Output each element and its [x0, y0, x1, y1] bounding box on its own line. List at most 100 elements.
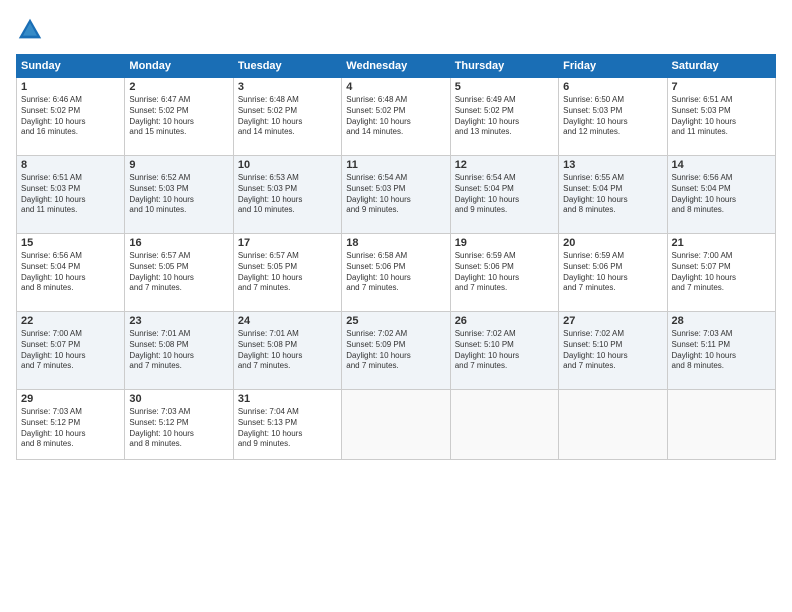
day-cell: 18 Sunrise: 6:58 AM Sunset: 5:06 PM Dayli…: [342, 234, 450, 312]
day-number: 29: [21, 393, 120, 405]
day-cell: 28 Sunrise: 7:03 AM Sunset: 5:11 PM Dayli…: [667, 312, 775, 390]
day-number: 5: [455, 81, 554, 93]
logo-icon: [16, 16, 44, 44]
day-cell: 22 Sunrise: 7:00 AM Sunset: 5:07 PM Dayli…: [17, 312, 125, 390]
day-cell: [559, 390, 667, 460]
day-cell: 20 Sunrise: 6:59 AM Sunset: 5:06 PM Dayli…: [559, 234, 667, 312]
day-cell: 9 Sunrise: 6:52 AM Sunset: 5:03 PM Daylig…: [125, 156, 233, 234]
day-number: 17: [238, 237, 337, 249]
day-cell: 15 Sunrise: 6:56 AM Sunset: 5:04 PM Dayli…: [17, 234, 125, 312]
day-info: Sunrise: 6:52 AM Sunset: 5:03 PM Dayligh…: [129, 173, 228, 216]
day-number: 6: [563, 81, 662, 93]
day-cell: 10 Sunrise: 6:53 AM Sunset: 5:03 PM Dayli…: [233, 156, 341, 234]
day-cell: 25 Sunrise: 7:02 AM Sunset: 5:09 PM Dayli…: [342, 312, 450, 390]
day-info: Sunrise: 7:01 AM Sunset: 5:08 PM Dayligh…: [129, 329, 228, 372]
day-info: Sunrise: 6:57 AM Sunset: 5:05 PM Dayligh…: [238, 251, 337, 294]
weekday-header-friday: Friday: [559, 55, 667, 78]
day-cell: 13 Sunrise: 6:55 AM Sunset: 5:04 PM Dayli…: [559, 156, 667, 234]
day-info: Sunrise: 7:02 AM Sunset: 5:09 PM Dayligh…: [346, 329, 445, 372]
day-cell: 29 Sunrise: 7:03 AM Sunset: 5:12 PM Dayli…: [17, 390, 125, 460]
day-info: Sunrise: 7:00 AM Sunset: 5:07 PM Dayligh…: [21, 329, 120, 372]
weekday-header-sunday: Sunday: [17, 55, 125, 78]
day-number: 22: [21, 315, 120, 327]
day-number: 3: [238, 81, 337, 93]
day-cell: 2 Sunrise: 6:47 AM Sunset: 5:02 PM Daylig…: [125, 78, 233, 156]
day-number: 8: [21, 159, 120, 171]
day-info: Sunrise: 7:02 AM Sunset: 5:10 PM Dayligh…: [563, 329, 662, 372]
day-number: 14: [672, 159, 771, 171]
day-info: Sunrise: 7:02 AM Sunset: 5:10 PM Dayligh…: [455, 329, 554, 372]
day-number: 9: [129, 159, 228, 171]
day-info: Sunrise: 6:48 AM Sunset: 5:02 PM Dayligh…: [346, 95, 445, 138]
day-info: Sunrise: 6:48 AM Sunset: 5:02 PM Dayligh…: [238, 95, 337, 138]
week-row-3: 15 Sunrise: 6:56 AM Sunset: 5:04 PM Dayli…: [17, 234, 776, 312]
day-cell: 6Sunrise: 6:50 AM Sunset: 5:03 PM Daylig…: [559, 78, 667, 156]
day-info: Sunrise: 6:53 AM Sunset: 5:03 PM Dayligh…: [238, 173, 337, 216]
day-number: 12: [455, 159, 554, 171]
day-cell: 19Sunrise: 6:59 AM Sunset: 5:06 PM Dayli…: [450, 234, 558, 312]
day-number: 10: [238, 159, 337, 171]
day-cell: 24 Sunrise: 7:01 AM Sunset: 5:08 PM Dayli…: [233, 312, 341, 390]
day-number: 4: [346, 81, 445, 93]
day-info: Sunrise: 6:59 AM Sunset: 5:06 PM Dayligh…: [563, 251, 662, 294]
day-number: 20: [563, 237, 662, 249]
day-number: 16: [129, 237, 228, 249]
day-number: 19: [455, 237, 554, 249]
day-info: Sunrise: 6:56 AM Sunset: 5:04 PM Dayligh…: [672, 173, 771, 216]
day-number: 24: [238, 315, 337, 327]
day-info: Sunrise: 6:58 AM Sunset: 5:06 PM Dayligh…: [346, 251, 445, 294]
day-info: Sunrise: 7:03 AM Sunset: 5:12 PM Dayligh…: [21, 407, 120, 450]
day-cell: 31 Sunrise: 7:04 AM Sunset: 5:13 PM Dayli…: [233, 390, 341, 460]
day-cell: 3 Sunrise: 6:48 AM Sunset: 5:02 PM Daylig…: [233, 78, 341, 156]
day-number: 27: [563, 315, 662, 327]
day-info: Sunrise: 6:55 AM Sunset: 5:04 PM Dayligh…: [563, 173, 662, 216]
day-cell: 16Sunrise: 6:57 AM Sunset: 5:05 PM Dayli…: [125, 234, 233, 312]
day-info: Sunrise: 6:54 AM Sunset: 5:04 PM Dayligh…: [455, 173, 554, 216]
weekday-header-monday: Monday: [125, 55, 233, 78]
day-number: 2: [129, 81, 228, 93]
day-cell: 17 Sunrise: 6:57 AM Sunset: 5:05 PM Dayli…: [233, 234, 341, 312]
page: SundayMondayTuesdayWednesdayThursdayFrid…: [0, 0, 792, 612]
day-cell: 1Sunrise: 6:46 AM Sunset: 5:02 PM Daylig…: [17, 78, 125, 156]
day-info: Sunrise: 6:56 AM Sunset: 5:04 PM Dayligh…: [21, 251, 120, 294]
day-info: Sunrise: 7:01 AM Sunset: 5:08 PM Dayligh…: [238, 329, 337, 372]
weekday-header-tuesday: Tuesday: [233, 55, 341, 78]
weekday-header-saturday: Saturday: [667, 55, 775, 78]
day-info: Sunrise: 6:49 AM Sunset: 5:02 PM Dayligh…: [455, 95, 554, 138]
day-number: 25: [346, 315, 445, 327]
weekday-header-thursday: Thursday: [450, 55, 558, 78]
day-cell: 26Sunrise: 7:02 AM Sunset: 5:10 PM Dayli…: [450, 312, 558, 390]
day-cell: 11Sunrise: 6:54 AM Sunset: 5:03 PM Dayli…: [342, 156, 450, 234]
week-row-1: 1Sunrise: 6:46 AM Sunset: 5:02 PM Daylig…: [17, 78, 776, 156]
day-cell: 21 Sunrise: 7:00 AM Sunset: 5:07 PM Dayli…: [667, 234, 775, 312]
day-info: Sunrise: 6:47 AM Sunset: 5:02 PM Dayligh…: [129, 95, 228, 138]
day-info: Sunrise: 7:03 AM Sunset: 5:11 PM Dayligh…: [672, 329, 771, 372]
week-row-2: 8Sunrise: 6:51 AM Sunset: 5:03 PM Daylig…: [17, 156, 776, 234]
day-number: 18: [346, 237, 445, 249]
day-cell: [667, 390, 775, 460]
day-cell: 12 Sunrise: 6:54 AM Sunset: 5:04 PM Dayli…: [450, 156, 558, 234]
week-row-4: 22 Sunrise: 7:00 AM Sunset: 5:07 PM Dayli…: [17, 312, 776, 390]
day-cell: [450, 390, 558, 460]
day-number: 31: [238, 393, 337, 405]
day-info: Sunrise: 7:03 AM Sunset: 5:12 PM Dayligh…: [129, 407, 228, 450]
day-info: Sunrise: 7:00 AM Sunset: 5:07 PM Dayligh…: [672, 251, 771, 294]
calendar: SundayMondayTuesdayWednesdayThursdayFrid…: [16, 54, 776, 460]
weekday-header-row: SundayMondayTuesdayWednesdayThursdayFrid…: [17, 55, 776, 78]
day-number: 13: [563, 159, 662, 171]
day-cell: 14 Sunrise: 6:56 AM Sunset: 5:04 PM Dayli…: [667, 156, 775, 234]
day-cell: 27 Sunrise: 7:02 AM Sunset: 5:10 PM Dayli…: [559, 312, 667, 390]
day-cell: [342, 390, 450, 460]
day-info: Sunrise: 7:04 AM Sunset: 5:13 PM Dayligh…: [238, 407, 337, 450]
day-info: Sunrise: 6:51 AM Sunset: 5:03 PM Dayligh…: [672, 95, 771, 138]
weekday-header-wednesday: Wednesday: [342, 55, 450, 78]
day-number: 11: [346, 159, 445, 171]
day-number: 21: [672, 237, 771, 249]
logo: [16, 16, 48, 44]
day-number: 15: [21, 237, 120, 249]
day-number: 28: [672, 315, 771, 327]
day-number: 1: [21, 81, 120, 93]
day-cell: 8Sunrise: 6:51 AM Sunset: 5:03 PM Daylig…: [17, 156, 125, 234]
day-cell: 30Sunrise: 7:03 AM Sunset: 5:12 PM Dayli…: [125, 390, 233, 460]
day-number: 23: [129, 315, 228, 327]
